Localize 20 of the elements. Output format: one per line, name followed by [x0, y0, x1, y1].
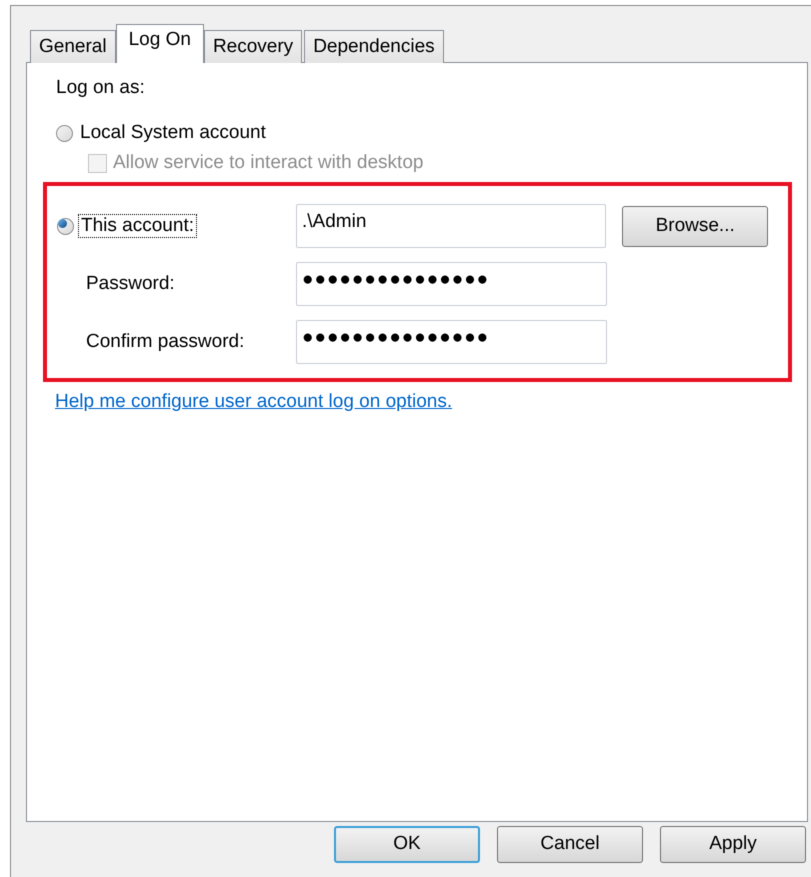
checkbox-label: Allow service to interact with desktop	[113, 152, 424, 174]
input-field[interactable]: .\Admin	[296, 204, 606, 248]
field-label: Password:	[86, 272, 175, 294]
dialog-button[interactable]: Apply	[660, 826, 806, 863]
radio-label: Local System account	[80, 122, 266, 144]
tab[interactable]: Recovery	[204, 30, 302, 63]
section-label: Log on as:	[56, 77, 146, 99]
browse-button[interactable]: Browse...	[622, 206, 768, 246]
radio-button[interactable]	[56, 124, 73, 142]
tab[interactable]: Log On	[116, 24, 204, 63]
tab[interactable]: General	[30, 30, 116, 63]
tab[interactable]: Dependencies	[304, 30, 444, 63]
radio-label: This account:	[78, 214, 197, 238]
radio-button[interactable]	[57, 218, 74, 234]
dialog-button[interactable]: OK	[334, 826, 480, 863]
dialog-button[interactable]: Cancel	[497, 826, 643, 863]
input-field[interactable]: ●●●●●●●●●●●●●●●	[296, 320, 607, 364]
input-field[interactable]: ●●●●●●●●●●●●●●●	[296, 262, 607, 306]
field-label: Confirm password:	[86, 330, 244, 352]
help-link[interactable]: Help me configure user account log on options.	[55, 390, 452, 414]
